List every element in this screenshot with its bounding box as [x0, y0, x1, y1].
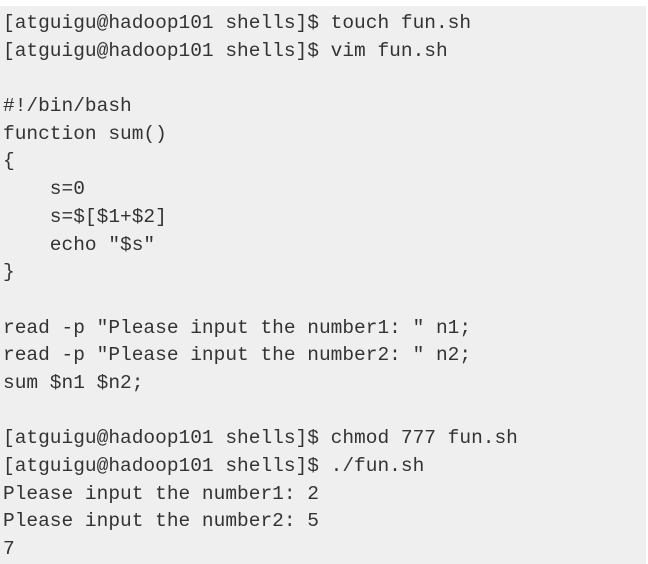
terminal-line: Please input the number2: 5 [3, 510, 319, 533]
terminal-line: Please input the number1: 2 [3, 482, 319, 505]
terminal-line: { [3, 150, 15, 173]
terminal-line: [atguigu@hadoop101 shells]$ vim fun.sh [3, 39, 448, 62]
terminal-line: s=$[$1+$2] [3, 205, 167, 228]
terminal-line: #!/bin/bash [3, 95, 132, 118]
terminal-line: } [3, 261, 15, 284]
terminal-line: function sum() [3, 122, 167, 145]
terminal-line: 7 [3, 538, 15, 561]
terminal-line: sum $n1 $n2; [3, 371, 144, 394]
terminal-line: [atguigu@hadoop101 shells]$ touch fun.sh [3, 12, 472, 34]
terminal-line: read -p "Please input the number2: " n2; [3, 344, 472, 367]
terminal-line: [atguigu@hadoop101 shells]$ ./fun.sh [3, 455, 425, 477]
terminal-line: s=0 [3, 178, 85, 201]
terminal-line: echo "$s" [3, 233, 156, 256]
terminal-code-block: [atguigu@hadoop101 shells]$ touch fun.sh… [0, 6, 646, 564]
terminal-line: read -p "Please input the number1: " n1; [3, 316, 472, 339]
terminal-line: [atguigu@hadoop101 shells]$ chmod 777 fu… [3, 427, 518, 450]
